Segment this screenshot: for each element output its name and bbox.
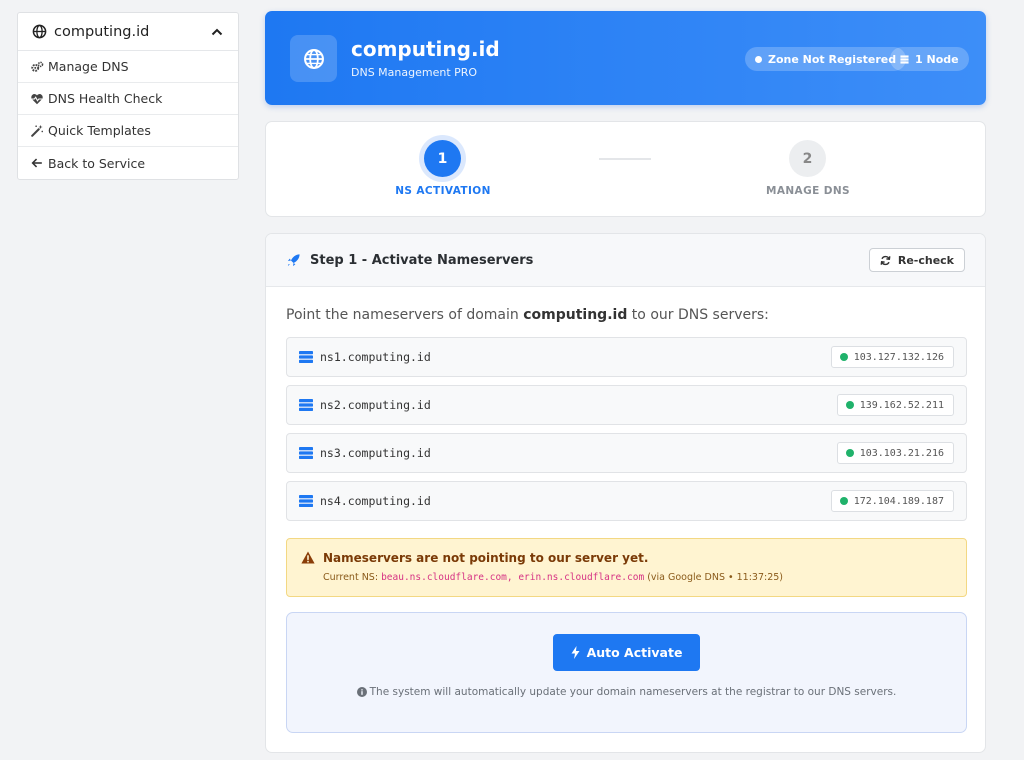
sidebar-item-health-check[interactable]: DNS Health Check xyxy=(18,83,238,115)
node-count-label: 1 Node xyxy=(915,52,959,66)
recheck-button[interactable]: Re-check xyxy=(868,248,965,272)
recheck-label: Re-check xyxy=(897,253,954,267)
current-ns-source: (via Google DNS • 11:37:25) xyxy=(644,572,783,583)
instruction-text: Point the nameservers of domain computin… xyxy=(286,307,769,323)
step-1-label[interactable]: NS ACTIVATION xyxy=(363,185,523,197)
online-dot-icon xyxy=(839,353,848,361)
nameserver-ip-badge: 103.127.132.126 xyxy=(830,346,954,368)
domain-subtitle: DNS Management PRO xyxy=(351,66,478,79)
zone-status-label: Zone Not Registered xyxy=(768,52,897,66)
step-1-circle[interactable]: 1 xyxy=(424,140,461,177)
heart-pulse-icon xyxy=(31,93,43,104)
auto-activate-note-text: The system will automatically update you… xyxy=(369,686,897,698)
nameserver-host: ns3.computing.id xyxy=(320,446,431,460)
sidebar-item-label: Back to Service xyxy=(48,155,146,171)
nameserver-row: ns2.computing.id 139.162.52.211 xyxy=(286,385,967,425)
warning-title: Nameservers are not pointing to our serv… xyxy=(323,551,649,565)
gears-icon xyxy=(31,61,44,72)
nameserver-host: ns1.computing.id xyxy=(320,350,431,364)
sidebar-item-manage-dns[interactable]: Manage DNS xyxy=(18,51,238,83)
step-2-circle[interactable]: 2 xyxy=(789,140,826,177)
nameserver-ip: 139.162.52.211 xyxy=(859,399,944,411)
step-2-label[interactable]: MANAGE DNS xyxy=(728,185,888,197)
online-dot-icon xyxy=(845,401,854,409)
warning-icon xyxy=(301,551,315,564)
instruction-suffix: to our DNS servers: xyxy=(627,307,769,323)
sidebar-title: computing.id xyxy=(54,23,150,40)
server-icon xyxy=(299,495,313,507)
current-ns-value: beau.ns.cloudflare.com, erin.ns.cloudfla… xyxy=(381,572,645,583)
bolt-icon xyxy=(571,646,580,659)
magic-wand-icon xyxy=(31,124,44,137)
zone-status-badge: Zone Not Registered xyxy=(745,47,907,71)
globe-icon xyxy=(303,48,324,69)
server-icon xyxy=(900,54,909,64)
server-icon xyxy=(299,399,313,411)
sidebar-item-back-to-service[interactable]: Back to Service xyxy=(18,147,238,179)
node-count-badge: 1 Node xyxy=(890,47,969,71)
card-title: Step 1 - Activate Nameservers xyxy=(310,252,534,268)
nameserver-host: ns2.computing.id xyxy=(320,398,431,412)
nameserver-row: ns4.computing.id 172.104.189.187 xyxy=(286,481,967,521)
online-dot-icon xyxy=(845,449,854,457)
sidebar-item-label: DNS Health Check xyxy=(48,91,163,106)
sidebar-item-label: Manage DNS xyxy=(48,59,129,74)
nameserver-ip-badge: 103.103.21.216 xyxy=(836,442,954,464)
domain-header: computing.id DNS Management PRO Zone Not… xyxy=(265,11,986,105)
step-connector xyxy=(599,158,651,160)
activation-stepper: 1 NS ACTIVATION 2 MANAGE DNS xyxy=(265,121,986,217)
auto-activate-panel: Auto Activate The system will automatica… xyxy=(286,612,967,733)
current-ns-label: Current NS: xyxy=(323,572,382,583)
domain-icon-box xyxy=(290,35,337,82)
sidebar-header[interactable]: computing.id xyxy=(18,13,238,51)
refresh-icon xyxy=(880,255,891,265)
auto-activate-button[interactable]: Auto Activate xyxy=(553,634,700,671)
nameserver-ip: 103.127.132.126 xyxy=(853,351,944,363)
nameserver-host: ns4.computing.id xyxy=(320,494,431,508)
info-icon xyxy=(356,687,367,697)
globe-icon xyxy=(32,24,47,39)
nameserver-ip-badge: 172.104.189.187 xyxy=(830,490,954,512)
online-dot-icon xyxy=(839,497,848,505)
nameserver-row: ns1.computing.id 103.127.132.126 xyxy=(286,337,967,377)
auto-activate-label: Auto Activate xyxy=(586,645,683,660)
nameserver-ip: 172.104.189.187 xyxy=(853,495,944,507)
instruction-prefix: Point the nameservers of domain xyxy=(286,307,524,323)
card-header: Step 1 - Activate Nameservers Re-check xyxy=(266,234,985,287)
domain-title: computing.id xyxy=(351,37,500,61)
server-icon xyxy=(299,351,313,363)
chevron-up-icon[interactable] xyxy=(210,25,224,39)
nameserver-ip: 103.103.21.216 xyxy=(859,447,944,459)
nameserver-row: ns3.computing.id 103.103.21.216 xyxy=(286,433,967,473)
nameserver-warning: Nameservers are not pointing to our serv… xyxy=(286,538,967,597)
sidebar-item-quick-templates[interactable]: Quick Templates xyxy=(18,115,238,147)
sidebar-item-label: Quick Templates xyxy=(48,123,151,138)
server-icon xyxy=(299,447,313,459)
warning-detail: Current NS: beau.ns.cloudflare.com, erin… xyxy=(323,572,783,583)
status-dot-icon xyxy=(755,55,762,63)
instruction-domain: computing.id xyxy=(523,307,628,323)
sidebar: computing.id Manage DNS DNS Health Check… xyxy=(17,12,239,180)
activate-nameservers-card: Step 1 - Activate Nameservers Re-check P… xyxy=(265,233,986,753)
arrow-left-icon xyxy=(31,158,42,168)
rocket-icon xyxy=(287,253,300,266)
auto-activate-note: The system will automatically update you… xyxy=(287,686,966,698)
nameserver-ip-badge: 139.162.52.211 xyxy=(836,394,954,416)
